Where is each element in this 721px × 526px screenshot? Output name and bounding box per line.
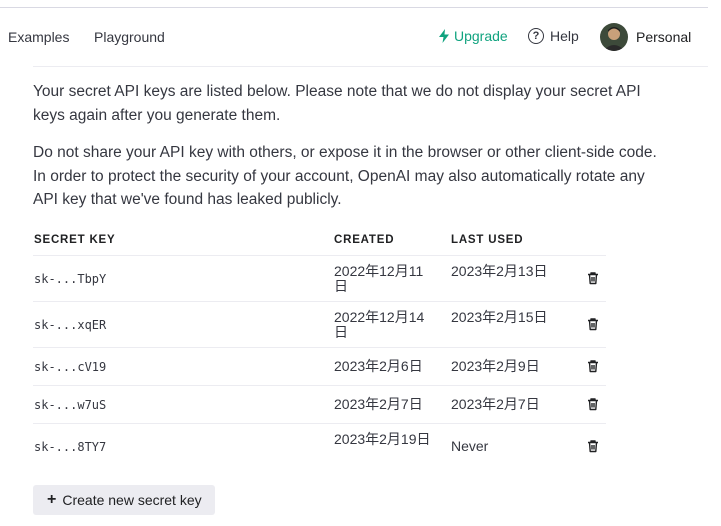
top-divider xyxy=(0,7,708,8)
table-row: sk-...w7uS 2023年2月7日 2023年2月7日 xyxy=(33,385,606,424)
account-name[interactable]: Personal xyxy=(636,29,691,45)
table-row: sk-...cV19 2023年2月6日 2023年2月9日 xyxy=(33,347,606,386)
secret-key-value: sk-...cV19 xyxy=(34,360,107,374)
help-icon: ? xyxy=(528,28,544,44)
intro-paragraph-1: Your secret API keys are listed below. P… xyxy=(33,83,641,124)
nav-playground-link[interactable]: Playground xyxy=(94,29,165,45)
secret-key-value: sk-...TbpY xyxy=(34,272,107,286)
column-header-created: CREATED xyxy=(334,234,395,246)
table-row: sk-...TbpY 2022年12月11日 2023年2月13日 xyxy=(33,255,606,302)
plus-icon: + xyxy=(47,491,57,508)
table-row: sk-...xqER 2022年12月14日 2023年2月15日 xyxy=(33,301,606,348)
table-row: sk-...8TY7 2023年2月19日 Never xyxy=(33,423,606,470)
upgrade-link[interactable]: Upgrade xyxy=(438,28,508,44)
upgrade-label: Upgrade xyxy=(454,28,508,44)
created-date: 2023年2月7日 xyxy=(334,396,423,412)
trash-icon[interactable] xyxy=(586,439,600,453)
avatar[interactable] xyxy=(600,23,628,51)
intro-paragraph-2: Do not share your API key with others, o… xyxy=(33,144,657,208)
last-used-date: 2023年2月7日 xyxy=(451,396,540,412)
help-label: Help xyxy=(550,28,579,44)
created-date: 2022年12月14日 xyxy=(334,309,425,340)
last-used-date: 2023年2月15日 xyxy=(451,309,548,325)
secret-key-value: sk-...xqER xyxy=(34,318,107,332)
last-used-date: Never xyxy=(451,438,489,454)
created-date: 2023年2月6日 xyxy=(334,358,423,374)
trash-icon[interactable] xyxy=(586,317,600,331)
created-date: 2023年2月19日 xyxy=(334,431,431,447)
create-new-secret-key-button[interactable]: + Create new secret key xyxy=(33,485,215,515)
secret-key-value: sk-...8TY7 xyxy=(34,440,107,454)
help-link[interactable]: ? Help xyxy=(528,28,579,44)
trash-icon[interactable] xyxy=(586,271,600,285)
nav-examples-link[interactable]: Examples xyxy=(8,29,69,45)
column-header-last-used: LAST USED xyxy=(451,234,524,246)
trash-icon[interactable] xyxy=(586,359,600,373)
create-button-label: Create new secret key xyxy=(62,492,202,508)
created-date: 2022年12月11日 xyxy=(334,263,424,294)
last-used-date: 2023年2月13日 xyxy=(451,263,548,279)
avatar-image xyxy=(600,23,628,51)
secret-key-value: sk-...w7uS xyxy=(34,398,107,412)
column-header-secret-key: SECRET KEY xyxy=(34,234,116,246)
last-used-date: 2023年2月9日 xyxy=(451,358,540,374)
header-divider xyxy=(33,66,708,67)
trash-icon[interactable] xyxy=(586,397,600,411)
lightning-icon xyxy=(439,29,449,43)
